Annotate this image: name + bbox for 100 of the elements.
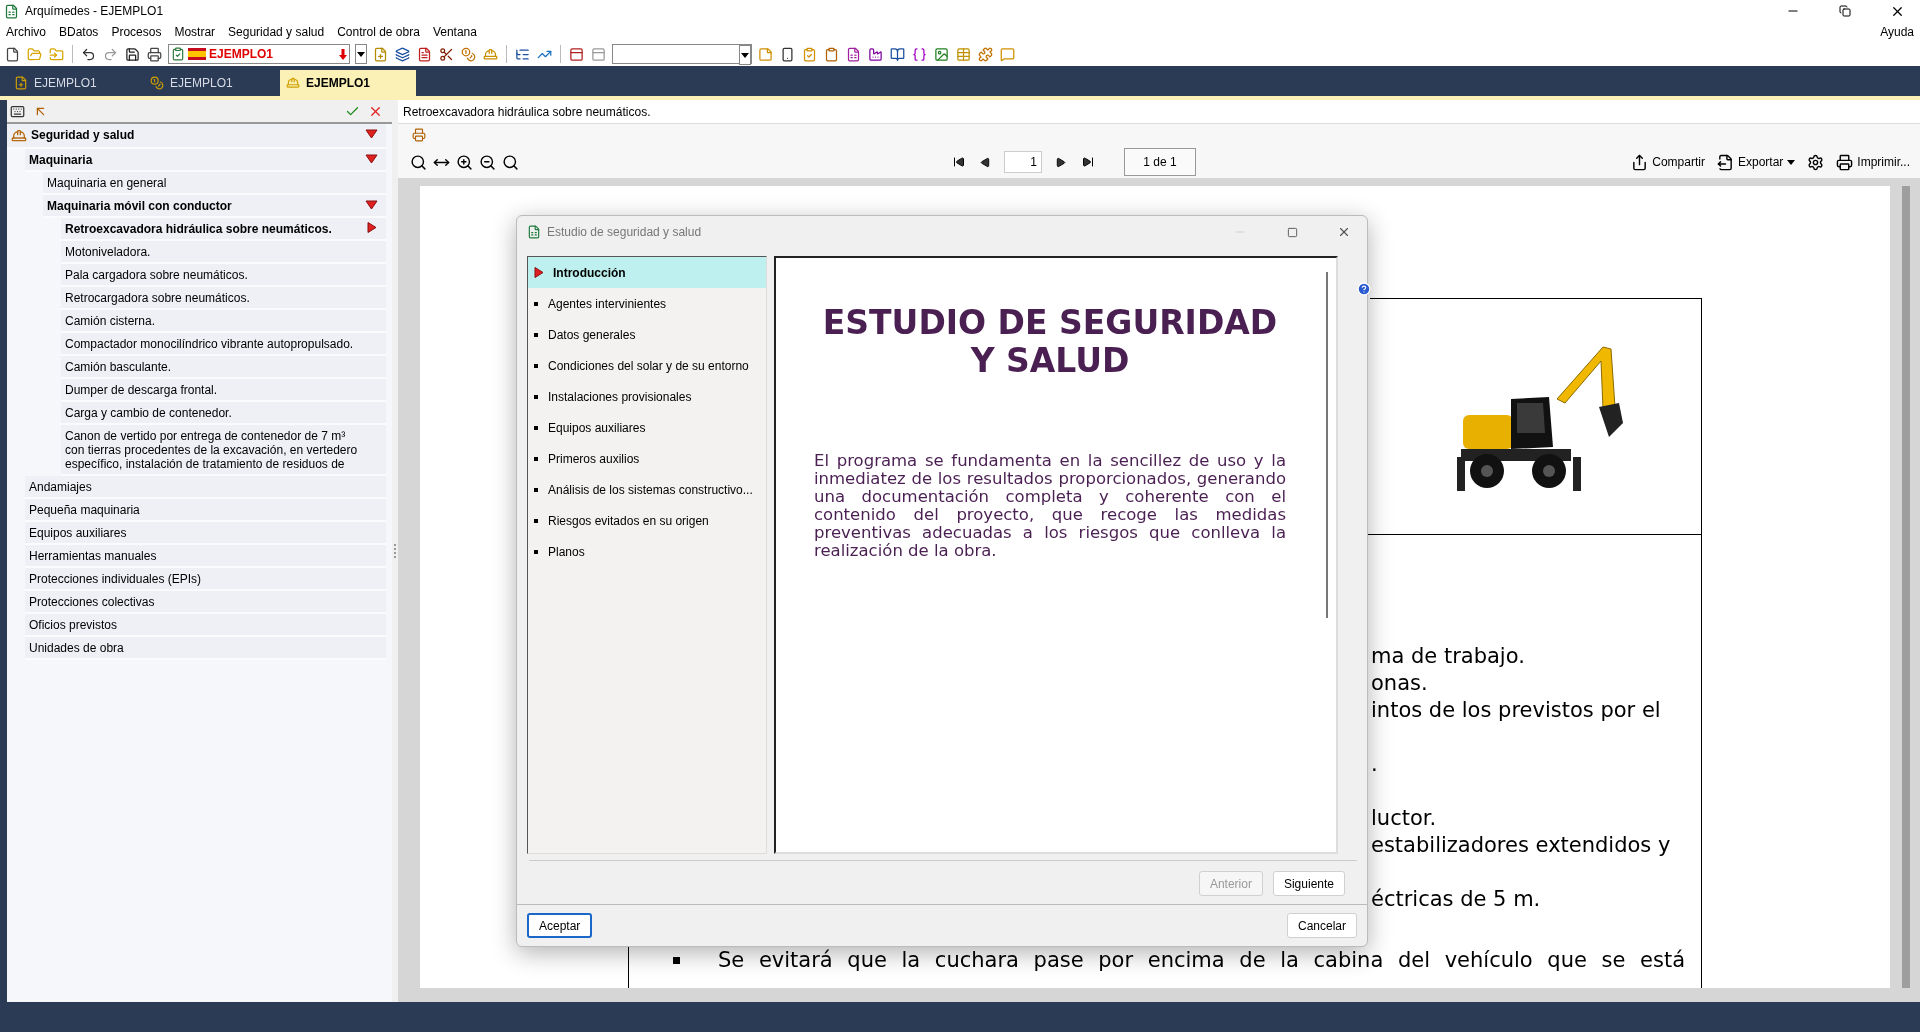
nav-item[interactable]: Instalaciones provisionales <box>528 381 766 412</box>
accept-button[interactable]: Aceptar <box>527 913 593 938</box>
nav-item[interactable]: Análisis de los sistemas constructivo... <box>528 474 766 505</box>
nav-item[interactable]: Planos <box>528 536 766 567</box>
tab[interactable]: EJEMPLO1 <box>280 70 416 96</box>
tab[interactable]: EJEMPLO1 <box>8 70 144 96</box>
tree-item[interactable]: Motoniveladora. <box>61 241 386 264</box>
zoom-page-icon[interactable] <box>410 153 427 171</box>
triangle-right-icon[interactable] <box>365 222 378 233</box>
factory-icon[interactable] <box>867 45 884 63</box>
settings-icon <box>1807 153 1825 171</box>
file-plus-icon[interactable] <box>372 45 389 63</box>
menu-item[interactable]: Mostrar <box>174 25 216 39</box>
clipboard-check-icon[interactable] <box>801 45 818 63</box>
bullet-icon <box>534 549 538 554</box>
tree-item[interactable]: Retrocargadora sobre neumáticos. <box>61 287 386 310</box>
tab[interactable]: EJEMPLO1 <box>144 70 280 96</box>
triangle-right-icon[interactable] <box>532 267 545 278</box>
tree-item[interactable]: Equipos auxiliares <box>25 522 386 545</box>
nav-item[interactable]: Riesgos evitados en su origen <box>528 505 766 536</box>
tree-item[interactable]: Maquinaria móvil con conductor <box>43 195 386 218</box>
menu-item[interactable]: Ventana <box>432 25 477 39</box>
tree-item[interactable]: Seguridad y salud <box>7 124 386 149</box>
nav-item[interactable]: Agentes intervinientes <box>528 288 766 319</box>
book-icon[interactable] <box>889 45 906 63</box>
bullet-icon <box>534 394 538 399</box>
tree-item[interactable]: Protecciones individuales (EPIs) <box>25 568 386 591</box>
toolbar-button[interactable]: Compartir <box>1629 151 1707 173</box>
bullet-icon <box>534 425 538 430</box>
cancel-button[interactable]: Cancelar <box>1286 913 1357 938</box>
printer-icon[interactable] <box>410 126 427 144</box>
tree-item[interactable]: Unidades de obra <box>25 637 386 660</box>
next-button[interactable]: Siguiente <box>1272 871 1345 896</box>
menu-item[interactable]: BDatos <box>59 25 99 39</box>
tree-item[interactable]: Carga y cambio de contenedor. <box>61 402 386 425</box>
triangle-down-icon[interactable] <box>365 199 378 210</box>
combo-box[interactable] <box>612 44 752 64</box>
clipboard-icon[interactable] <box>823 45 840 63</box>
tree-item[interactable]: Camión basculante. <box>61 356 386 379</box>
toolbar-button[interactable]: Exportar <box>1714 151 1798 173</box>
tree-item[interactable]: Oficios previstos <box>25 614 386 637</box>
picture-icon[interactable] <box>933 45 950 63</box>
tree-item[interactable]: Maquinaria <box>25 149 386 172</box>
triangle-down-icon[interactable] <box>365 128 378 139</box>
menu-item[interactable]: Archivo <box>6 25 46 39</box>
document-text: Se evitará que la cuchara pase por encima de la cabina del vehículo que se está <box>718 947 1685 974</box>
share-icon <box>1631 153 1649 171</box>
sheet-icon[interactable] <box>416 45 433 63</box>
window-title: Arquímedes - EJEMPLO1 <box>25 4 164 18</box>
menu-item[interactable]: Control de obra <box>337 25 420 39</box>
tree-item[interactable]: Pequeña maquinaria <box>25 499 386 522</box>
caret-icon <box>741 52 749 58</box>
tree-item[interactable]: Protecciones colectivas <box>25 591 386 614</box>
tree-item[interactable]: Andamiajes <box>25 476 386 499</box>
tree-item[interactable]: Herramientas manuales <box>25 545 386 568</box>
nav-item[interactable]: Equipos auxiliares <box>528 412 766 443</box>
app-icon <box>4 3 19 19</box>
table-icon[interactable] <box>955 45 972 63</box>
tree-item[interactable]: Maquinaria en general <box>43 172 386 195</box>
tree-item[interactable]: Retroexcavadora hidráulica sobre neumáticos. <box>61 218 386 241</box>
scrollbar[interactable] <box>1326 272 1328 618</box>
menu-item[interactable]: Ayuda <box>1880 25 1914 39</box>
menu-item[interactable]: Procesos <box>111 25 162 39</box>
zoom-out-icon[interactable] <box>479 153 496 171</box>
phone-icon[interactable] <box>779 45 796 63</box>
tree-item[interactable]: Dumper de descarga frontal. <box>61 379 386 402</box>
search-icon[interactable] <box>502 153 519 171</box>
tree-item[interactable]: Camión cisterna. <box>61 310 386 333</box>
spreadsheet-icon[interactable] <box>845 45 862 63</box>
tree-item[interactable]: Pala cargadora sobre neumáticos. <box>61 264 386 287</box>
scissors-icon[interactable] <box>438 45 455 63</box>
printer-icon[interactable] <box>146 45 163 63</box>
bullet-icon <box>534 301 538 306</box>
item-heading: Retroexcavadora hidráulica sobre neumáticos. <box>398 100 1920 124</box>
braces-icon[interactable] <box>911 45 928 63</box>
nav-item[interactable]: Introducción <box>528 257 766 288</box>
tree-item[interactable]: Canon de vertido por entrega de contenedor de 7 m³ con tierras procedentes de la excavación, en vertedero específico, instalación de tratamiento de residuos de <box>61 425 386 476</box>
puzzle-icon[interactable] <box>977 45 994 63</box>
scrollbar[interactable] <box>1902 186 1910 988</box>
dropdown-button[interactable] <box>355 44 367 64</box>
nav-item[interactable]: Datos generales <box>528 319 766 350</box>
bullet-icon <box>534 518 538 523</box>
bullet-icon <box>534 456 538 461</box>
tree-item[interactable]: Compactador monocilíndrico vibrante autopropulsado. <box>61 333 386 356</box>
document-title: ESTUDIO DE SEGURIDAD Y SALUD <box>821 304 1279 380</box>
document-icon[interactable] <box>4 45 21 63</box>
menu-item[interactable]: Seguridad y salud <box>228 25 325 39</box>
nav-item[interactable]: Primeros auxilios <box>528 443 766 474</box>
window-icon[interactable] <box>590 45 607 63</box>
note-icon[interactable] <box>757 45 774 63</box>
window-icon[interactable] <box>568 45 585 63</box>
page-input[interactable]: 1 <box>1004 151 1042 173</box>
zoom-in-icon[interactable] <box>456 153 473 171</box>
toolbar-button[interactable]: Imprimir... <box>1834 151 1912 173</box>
project-selector[interactable]: EJEMPLO1 <box>168 44 350 64</box>
triangle-down-icon[interactable] <box>365 153 378 164</box>
layers-icon[interactable] <box>394 45 411 63</box>
coins-icon[interactable] <box>460 45 477 63</box>
nav-item[interactable]: Condiciones del solar y de su entorno <box>528 350 766 381</box>
save-icon[interactable] <box>124 45 141 63</box>
